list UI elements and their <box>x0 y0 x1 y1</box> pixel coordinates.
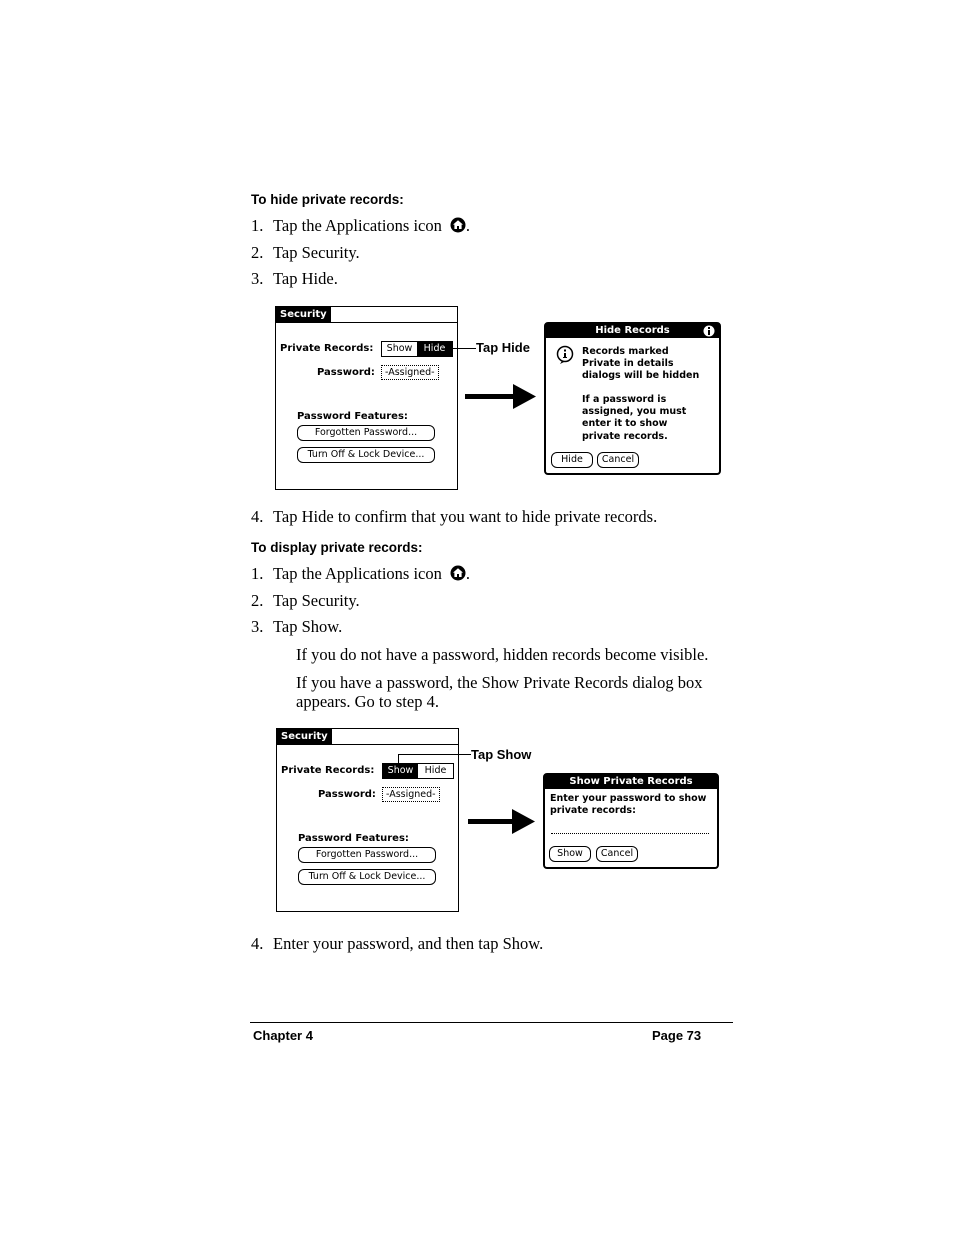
dialog-title: Show Private Records <box>545 775 717 789</box>
step-suffix: . <box>465 564 470 583</box>
password-label: Password: <box>317 367 375 378</box>
turn-off-lock-button[interactable]: Turn Off & Lock Device... <box>297 447 435 463</box>
note-no-password: If you do not have a password, hidden re… <box>296 645 709 664</box>
hide-records-dialog: Hide Records Records marked Private in d… <box>544 322 721 475</box>
security-screen-hide: Security Private Records: Show Hide Pass… <box>275 306 458 490</box>
arrow-right-icon <box>465 384 536 409</box>
password-features-label: Password Features: <box>297 411 408 422</box>
message-line: dialogs will be hidden <box>582 370 700 382</box>
information-alert-icon <box>556 345 574 364</box>
private-records-toggle[interactable]: Show Hide <box>381 341 453 357</box>
dialog-title: Hide Records <box>546 324 719 338</box>
callout-line <box>398 754 471 755</box>
step-text: Tap Security. <box>273 243 360 262</box>
message-line: If a password is <box>582 394 667 405</box>
note-line: appears. Go to step 4. <box>296 692 439 711</box>
password-label: Password: <box>318 789 376 800</box>
note-line: If you have a password, the Show Private… <box>296 673 703 692</box>
security-screen-show: Security Private Records: Show Hide Pass… <box>276 728 459 912</box>
step-number: 2. <box>251 591 264 610</box>
step-suffix: . <box>465 216 470 235</box>
message-line: enter it to show <box>582 418 668 430</box>
dialog-message-2: If a password is assigned, you must ente… <box>582 394 686 443</box>
screen-title: Security <box>276 307 331 322</box>
applications-home-icon <box>450 217 466 233</box>
forgotten-password-button[interactable]: Forgotten Password... <box>297 425 435 441</box>
note-with-password: If you have a password, the Show Private… <box>296 673 702 711</box>
footer-rule <box>250 1022 733 1023</box>
step-text: Tap the Applications icon. <box>273 216 470 236</box>
callout-line <box>453 348 476 349</box>
cancel-button[interactable]: Cancel <box>597 452 639 468</box>
password-field[interactable]: -Assigned- <box>381 365 439 380</box>
display-section-heading: To display private records: <box>251 540 423 555</box>
message-line: Enter your password to show <box>550 793 707 804</box>
tap-show-callout: Tap Show <box>471 747 532 762</box>
step-number: 1. <box>251 564 264 583</box>
show-private-records-dialog: Show Private Records Enter your password… <box>543 773 719 869</box>
message-line: Records marked <box>582 346 669 357</box>
show-option[interactable]: Show <box>383 764 418 778</box>
step-text: Tap Security. <box>273 591 360 610</box>
footer-chapter: Chapter 4 <box>253 1028 313 1043</box>
step-number: 3. <box>251 269 264 288</box>
message-line: private records: <box>550 805 636 817</box>
password-input[interactable] <box>551 833 709 834</box>
step-text: Tap Hide to confirm that you want to hid… <box>273 507 658 526</box>
step-text-label: Tap the Applications icon <box>273 216 442 235</box>
step-text: Enter your password, and then tap Show. <box>273 934 544 953</box>
forgotten-password-button[interactable]: Forgotten Password... <box>298 847 436 863</box>
screen-title: Security <box>277 729 332 744</box>
private-records-toggle[interactable]: Show Hide <box>382 763 454 779</box>
password-features-label: Password Features: <box>298 833 409 844</box>
step-text: Tap Hide. <box>273 269 338 288</box>
private-records-label: Private Records: <box>280 343 374 354</box>
arrow-right-icon <box>468 809 535 834</box>
dialog-message-1: Records marked Private in details dialog… <box>582 346 699 383</box>
step-number: 2. <box>251 243 264 262</box>
show-option[interactable]: Show <box>382 342 417 356</box>
dialog-message: Enter your password to show private reco… <box>550 793 706 817</box>
message-line: Private in details <box>582 358 674 370</box>
info-icon[interactable] <box>703 325 715 337</box>
step-number: 4. <box>251 507 264 526</box>
private-records-label: Private Records: <box>281 765 375 776</box>
step-text: Tap Show. <box>273 617 343 636</box>
tap-hide-callout: Tap Hide <box>476 340 530 355</box>
title-bar: Security <box>277 729 458 745</box>
show-button[interactable]: Show <box>549 846 591 862</box>
step-text-label: Tap the Applications icon <box>273 564 442 583</box>
hide-option[interactable]: Hide <box>417 342 452 356</box>
step-number: 3. <box>251 617 264 636</box>
message-line: assigned, you must <box>582 406 687 418</box>
applications-home-icon <box>450 565 466 581</box>
title-bar: Security <box>276 307 457 323</box>
footer-page-number: Page 73 <box>652 1028 702 1043</box>
callout-line-vertical <box>398 754 399 764</box>
hide-button[interactable]: Hide <box>551 452 593 468</box>
hide-section-heading: To hide private records: <box>251 192 404 207</box>
step-text: Tap the Applications icon. <box>273 564 470 584</box>
password-field[interactable]: -Assigned- <box>382 787 440 802</box>
step-number: 1. <box>251 216 264 235</box>
hide-option[interactable]: Hide <box>418 764 453 778</box>
turn-off-lock-button[interactable]: Turn Off & Lock Device... <box>298 869 436 885</box>
message-line: private records. <box>582 430 668 442</box>
cancel-button[interactable]: Cancel <box>596 846 638 862</box>
step-number: 4. <box>251 934 264 953</box>
